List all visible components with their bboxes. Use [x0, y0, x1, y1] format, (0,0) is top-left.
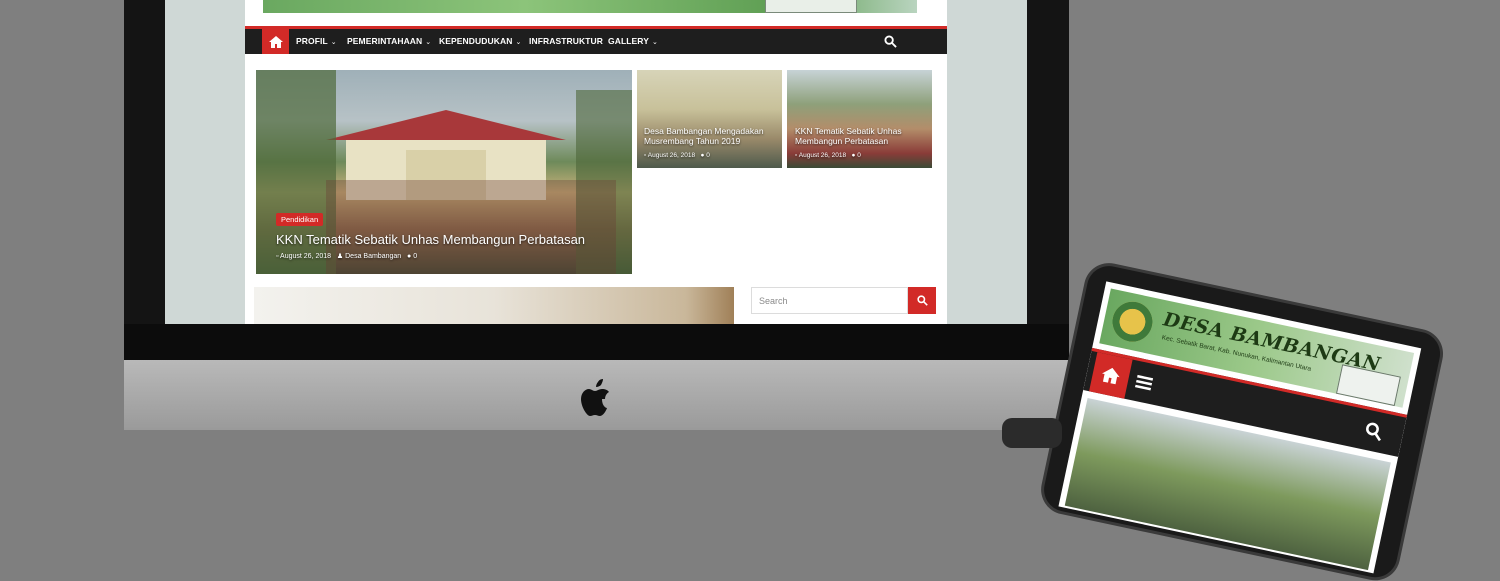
- nav-item-kependudukan[interactable]: KEPENDUDUKAN ⌄: [439, 29, 521, 54]
- nav-item-pemerintahaan[interactable]: PEMERINTAHAAN ⌄: [347, 29, 431, 54]
- comment-icon: ●: [700, 152, 705, 159]
- nav-item-label: PROFIL: [296, 36, 328, 46]
- calendar-icon: ▫: [276, 253, 279, 260]
- tablet-banner-sign: [1335, 364, 1401, 407]
- comment-count[interactable]: 0: [706, 152, 710, 159]
- nav-item-gallery[interactable]: GALLERY ⌄: [608, 29, 658, 54]
- small-post-title[interactable]: Desa Bambangan Mengadakan Musrembang Tah…: [644, 126, 779, 146]
- comment-count[interactable]: 0: [857, 152, 861, 159]
- small-post[interactable]: KKN Tematik Sebatik Unhas Membangun Perb…: [787, 70, 932, 168]
- sidebar-search-button[interactable]: [908, 287, 936, 314]
- search-icon[interactable]: [1363, 421, 1384, 442]
- main-navigation: PROFIL ⌄ PEMERINTAHAAN ⌄ KEPENDUDUKAN ⌄ INF…: [245, 29, 947, 54]
- search-icon: [916, 295, 928, 306]
- post-date[interactable]: August 26, 2018: [280, 253, 331, 260]
- chevron-down-icon: ⌄: [652, 39, 658, 46]
- calendar-icon: ▫: [644, 152, 647, 159]
- search-icon[interactable]: [884, 35, 897, 48]
- post-image[interactable]: [254, 287, 734, 324]
- comment-icon: ●: [851, 152, 856, 159]
- apple-logo: [581, 379, 609, 416]
- calendar-icon: ▫: [795, 152, 798, 159]
- post-author[interactable]: Desa Bambangan: [345, 253, 401, 260]
- chevron-down-icon: ⌄: [515, 39, 522, 46]
- chevron-down-icon: ⌄: [425, 39, 432, 46]
- featured-post-title[interactable]: KKN Tematik Sebatik Unhas Membangun Perb…: [276, 232, 585, 247]
- small-post-meta: ▫ August 26, 2018 ● 0: [644, 152, 710, 159]
- featured-post[interactable]: Pendidikan KKN Tematik Sebatik Unhas Mem…: [256, 70, 632, 274]
- village-seal-logo: [1108, 297, 1157, 346]
- small-post-title[interactable]: KKN Tematik Sebatik Unhas Membangun Perb…: [795, 126, 930, 146]
- post-date[interactable]: August 26, 2018: [648, 152, 695, 159]
- post-date[interactable]: August 26, 2018: [799, 152, 846, 159]
- chevron-down-icon: ⌄: [330, 39, 337, 46]
- website-page: PROFIL ⌄ PEMERINTAHAAN ⌄ KEPENDUDUKAN ⌄ INF…: [245, 0, 947, 324]
- nav-item-label: PEMERINTAHAAN: [347, 36, 423, 46]
- nav-item-label: KEPENDUDUKAN: [439, 36, 513, 46]
- category-badge[interactable]: Pendidikan: [276, 213, 324, 226]
- imac-bezel-bottom: [124, 324, 1069, 360]
- comment-count[interactable]: 0: [413, 253, 417, 260]
- sidebar-search-input[interactable]: Search: [751, 287, 908, 314]
- imac-screen: PROFIL ⌄ PEMERINTAHAAN ⌄ KEPENDUDUKAN ⌄ INF…: [165, 0, 1027, 324]
- home-icon: [268, 35, 283, 48]
- home-icon: [1102, 367, 1120, 385]
- nav-home-button[interactable]: [262, 29, 289, 54]
- nav-item-infrastruktur[interactable]: INFRASTRUKTUR: [529, 29, 603, 54]
- user-icon: ♟: [336, 253, 344, 260]
- nav-item-label: INFRASTRUKTUR: [529, 36, 604, 46]
- small-post[interactable]: Desa Bambangan Mengadakan Musrembang Tah…: [637, 70, 782, 168]
- nav-home-button[interactable]: [1089, 352, 1133, 399]
- comment-icon: ●: [407, 253, 412, 260]
- featured-post-meta: ▫ August 26, 2018 ♟ Desa Bambangan ● 0: [276, 252, 417, 260]
- nav-item-profil[interactable]: PROFIL ⌄: [296, 29, 337, 54]
- hamburger-menu-icon[interactable]: [1134, 373, 1154, 392]
- tablet-device: DESA BAMBANGAN Kec. Sebatik Barat, Kab. …: [1040, 262, 1445, 581]
- nav-item-label: GALLERY: [608, 36, 649, 46]
- tablet-screen: DESA BAMBANGAN Kec. Sebatik Barat, Kab. …: [1058, 281, 1422, 574]
- header-banner-sign: [765, 0, 857, 13]
- phone-device: [1002, 418, 1062, 448]
- small-post-meta: ▫ August 26, 2018 ● 0: [795, 152, 861, 159]
